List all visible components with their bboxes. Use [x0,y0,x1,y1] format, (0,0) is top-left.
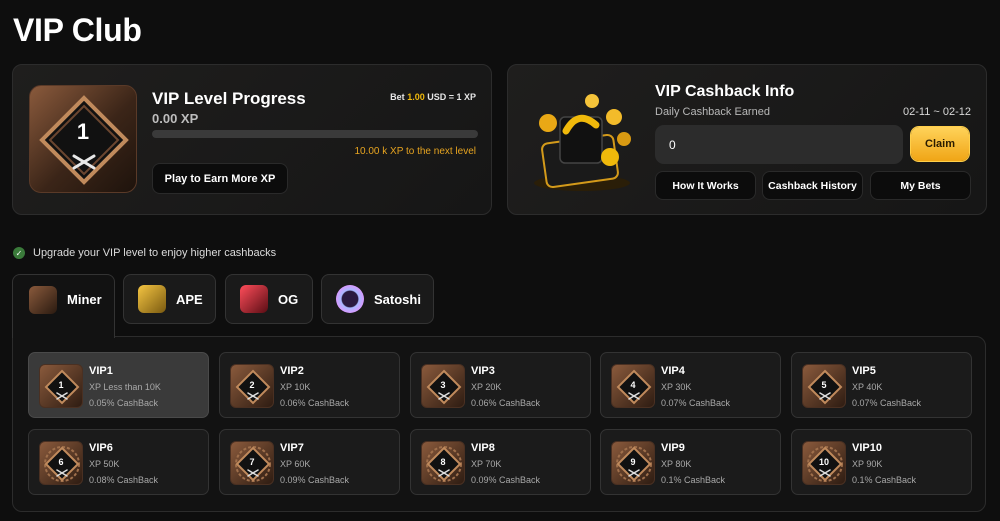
cashback-amount-field: 0 [655,125,903,164]
next-level-text: 10.00 k XP to the next level [354,146,476,157]
level-number: 10 [818,457,829,467]
vip-level-card[interactable]: 2 VIP2 XP 10K 0.06% CashBack [219,352,400,418]
level-cashback: 0.06% CashBack [280,398,350,408]
level-name: VIP6 [89,442,113,454]
level-number: 4 [630,380,636,390]
xp-progress-bar [152,130,478,138]
vip-level-card[interactable]: 3 VIP3 XP 20K 0.06% CashBack [410,352,591,418]
level-cashback: 0.06% CashBack [471,398,541,408]
level-number: 7 [249,457,255,467]
wallet-coins-icon [534,94,631,191]
cashback-date-range: 02-11 ~ 02-12 [903,106,971,118]
miner-icon [29,285,57,314]
xp-rate: Bet 1.00 USD = 1 XP [390,92,476,102]
my-bets-button[interactable]: My Bets [870,171,971,200]
level-cashback: 0.07% CashBack [661,398,731,408]
tab-satoshi[interactable]: Satoshi [321,274,434,324]
tab-label: OG [278,291,299,307]
miner-level-icon: 3 [421,364,465,408]
level-number: 2 [249,380,255,390]
level-xp: XP 20K [471,382,502,392]
miner-level-icon: 6 [39,441,83,485]
miner-level-icon: 5 [802,364,846,408]
miner-level-icon: 4 [611,364,655,408]
claim-button[interactable]: Claim [911,127,969,161]
level-number: 9 [630,457,636,467]
level-xp: XP 80K [661,459,692,469]
miner-level-icon: 10 [802,441,846,485]
level-name: VIP9 [661,442,685,454]
level-cashback: 0.07% CashBack [852,398,922,408]
level-number: 5 [821,380,827,390]
vip-level-card[interactable]: 1 VIP1 XP Less than 10K 0.05% CashBack [28,352,209,418]
level-number: 3 [440,380,446,390]
level-number: 1 [58,380,64,390]
level-name: VIP3 [471,365,495,377]
miner-level-icon: 8 [421,441,465,485]
vip-level-card[interactable]: 10 VIP10 XP 90K 0.1% CashBack [791,429,972,495]
vip-cashback-card: VIP Cashback Info Daily Cashback Earned … [507,64,987,215]
tab-og[interactable]: OG [225,274,313,324]
level-xp: XP Less than 10K [89,382,161,392]
vip-levels-panel: 1 VIP1 XP Less than 10K 0.05% CashBack 2 VIP2… [12,336,986,512]
level-name: VIP4 [661,365,685,377]
miner-level-icon: 7 [230,441,274,485]
cashback-history-button[interactable]: Cashback History [762,171,863,200]
tab-miner[interactable]: Miner [12,274,115,338]
level-cashback: 0.1% CashBack [661,475,726,485]
play-to-earn-button[interactable]: Play to Earn More XP [152,163,288,194]
level-xp: XP 90K [852,459,883,469]
how-it-works-button[interactable]: How It Works [655,171,756,200]
level-name: VIP7 [280,442,304,454]
level-cashback: 0.08% CashBack [89,475,159,485]
og-icon [240,285,268,313]
vip-level-card[interactable]: 9 VIP9 XP 80K 0.1% CashBack [600,429,781,495]
vip-level-badge: 1 [29,85,137,193]
upgrade-note-text: Upgrade your VIP level to enjoy higher c… [33,247,277,259]
progress-title: VIP Level Progress [152,89,306,108]
level-cashback: 0.05% CashBack [89,398,159,408]
level-xp: XP 60K [280,459,311,469]
level-number: 8 [440,457,446,467]
tab-label: APE [176,291,203,307]
level-name: VIP8 [471,442,495,454]
level-xp: XP 50K [89,459,120,469]
tab-label: Miner [67,292,102,307]
page-title: VIP Club [13,12,142,48]
miner-level-icon: 2 [230,364,274,408]
tab-ape[interactable]: APE [123,274,216,324]
level-cashback: 0.1% CashBack [852,475,917,485]
upgrade-note: ✓ Upgrade your VIP level to enjoy higher… [13,247,276,259]
satoshi-icon [336,285,364,313]
current-level-number: 1 [76,119,90,144]
level-xp: XP 30K [661,382,692,392]
vip-level-card[interactable]: 4 VIP4 XP 30K 0.07% CashBack [600,352,781,418]
vip-progress-card: 1 VIP Level Progress 0.00 XP Bet 1.00 US… [12,64,492,215]
level-xp: XP 40K [852,382,883,392]
xp-rate-prefix: Bet [390,92,408,102]
check-icon: ✓ [13,247,25,259]
level-xp: XP 10K [280,382,311,392]
miner-level-icon: 9 [611,441,655,485]
xp-rate-suffix: USD = 1 XP [424,92,476,102]
level-cashback: 0.09% CashBack [280,475,350,485]
vip-level-card[interactable]: 7 VIP7 XP 60K 0.09% CashBack [219,429,400,495]
level-name: VIP2 [280,365,304,377]
level-cashback: 0.09% CashBack [471,475,541,485]
level-xp: XP 70K [471,459,502,469]
ape-icon [138,285,166,313]
tab-label: Satoshi [374,291,421,307]
level-name: VIP5 [852,365,876,377]
xp-rate-amount: 1.00 [407,92,425,102]
level-number: 6 [58,457,64,467]
vip-level-card[interactable]: 8 VIP8 XP 70K 0.09% CashBack [410,429,591,495]
level-name: VIP1 [89,365,113,377]
level-name: VIP10 [852,442,882,454]
miner-level-icon: 1 [39,364,83,408]
vip-level-card[interactable]: 6 VIP6 XP 50K 0.08% CashBack [28,429,209,495]
current-xp: 0.00 XP [152,111,199,126]
cashback-title: VIP Cashback Info [655,83,795,100]
cashback-subtitle: Daily Cashback Earned [655,106,770,118]
vip-level-card[interactable]: 5 VIP5 XP 40K 0.07% CashBack [791,352,972,418]
